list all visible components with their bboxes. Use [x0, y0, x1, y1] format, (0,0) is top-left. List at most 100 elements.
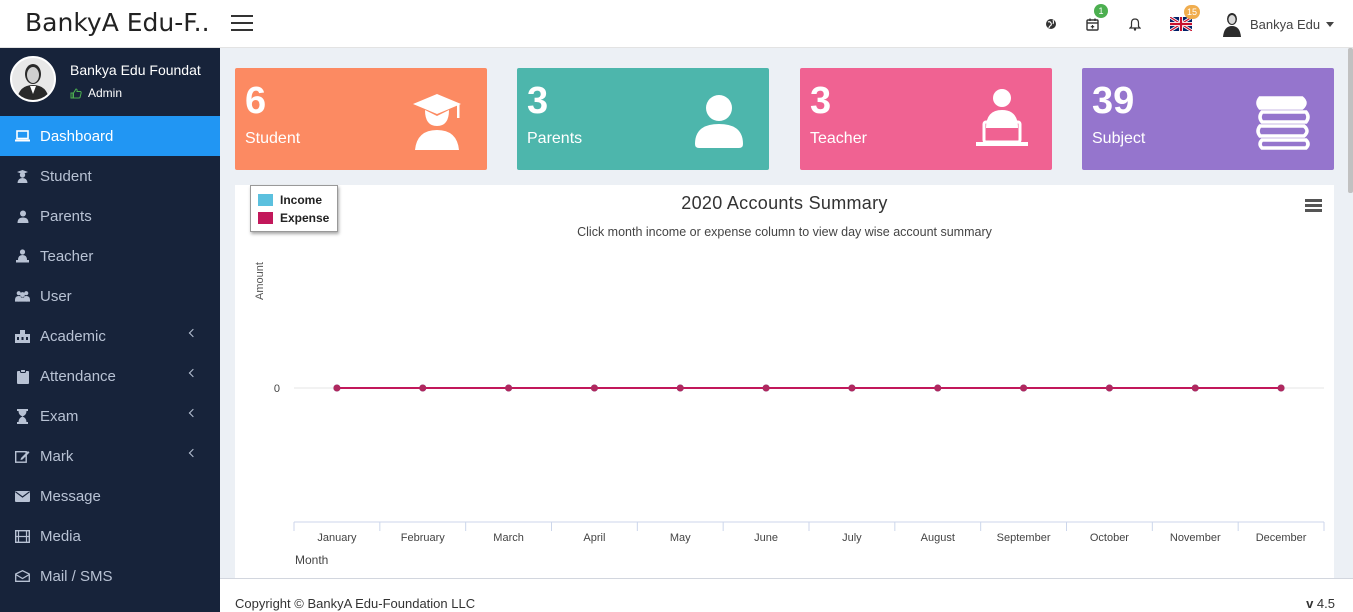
stat-box-parents[interactable]: 3 Parents: [517, 68, 769, 170]
profile-role-text: Admin: [88, 86, 123, 100]
user-menu-dropdown[interactable]: Bankya Edu: [1222, 10, 1335, 38]
chevron-left-icon: [188, 328, 198, 338]
chart-legend: Income Expense: [250, 185, 338, 232]
data-point-expense[interactable]: [1191, 384, 1199, 392]
x-axis-label: Month: [295, 553, 328, 567]
data-point-expense[interactable]: [505, 384, 513, 392]
x-tick-label: May: [670, 532, 691, 544]
chart-subtitle: Click month income or expense column to …: [577, 225, 992, 239]
graduate-icon: [413, 94, 461, 150]
data-point-expense[interactable]: [590, 384, 598, 392]
chevron-left-icon: [188, 368, 198, 378]
bell-icon[interactable]: [1125, 14, 1145, 34]
sidebar-item-exam[interactable]: Exam: [0, 396, 220, 436]
sidebar-item-parents[interactable]: Parents: [0, 196, 220, 236]
data-point-expense[interactable]: [333, 384, 341, 392]
data-point-expense[interactable]: [762, 384, 770, 392]
footer: Copyright © BankyA Edu-Foundation LLC v …: [220, 578, 1353, 612]
institution-icon: [15, 329, 30, 344]
sidebar-item-mark[interactable]: Mark: [0, 436, 220, 476]
legend-swatch: [258, 194, 273, 206]
users-icon: [15, 289, 30, 304]
chart-title: 2020 Accounts Summary: [681, 193, 888, 213]
x-tick-label: December: [1256, 532, 1307, 544]
sidebar-item-message[interactable]: Message: [0, 476, 220, 516]
sidebar-item-label: Parents: [40, 207, 92, 225]
sidebar-item-label: Mail / SMS: [40, 567, 113, 585]
mail-icon: [15, 569, 30, 584]
sidebar-item-media[interactable]: Media: [0, 516, 220, 556]
data-point-expense[interactable]: [419, 384, 427, 392]
y-tick-label: 0: [274, 383, 280, 395]
x-tick-label: October: [1090, 532, 1129, 544]
data-point-expense[interactable]: [934, 384, 942, 392]
chart-menu-icon[interactable]: [1305, 199, 1322, 213]
laptop-icon: [15, 129, 30, 144]
sidebar-item-label: Exam: [40, 407, 79, 425]
data-point-expense[interactable]: [1277, 384, 1285, 392]
copyright-text: Copyright © BankyA Edu-Foundation LLC: [235, 596, 476, 611]
x-tick-label: September: [997, 532, 1051, 544]
stat-box-subject[interactable]: 39 Subject: [1082, 68, 1334, 170]
globe-icon[interactable]: [1041, 14, 1061, 34]
sidebar-item-attendance[interactable]: Attendance: [0, 356, 220, 396]
data-point-expense[interactable]: [676, 384, 684, 392]
chart-canvas[interactable]: Amount 0 January February March April May June J…: [235, 185, 1334, 578]
sidebar-item-label: Mark: [40, 447, 74, 465]
top-navbar: BankyA Edu-F.. 1 15 Bankya Edu: [0, 0, 1353, 48]
sidebar-toggle-button[interactable]: [231, 15, 253, 31]
sidebar-item-label: Attendance: [40, 367, 116, 385]
calendar-icon[interactable]: 1: [1082, 4, 1108, 34]
x-tick-label: November: [1170, 532, 1221, 544]
sidebar-item-label: Student: [40, 167, 92, 185]
profile-name: Bankya Edu Foundat: [70, 62, 201, 78]
sidebar-profile: Bankya Edu Foundat Admin: [0, 48, 220, 116]
sidebar-item-dashboard[interactable]: Dashboard: [0, 116, 220, 156]
teacher-icon: [976, 89, 1028, 146]
calendar-badge: 1: [1094, 4, 1108, 18]
sidebar-item-teacher[interactable]: Teacher: [0, 236, 220, 276]
sidebar-item-label: Message: [40, 487, 101, 505]
sidebar-item-label: Teacher: [40, 247, 94, 265]
page-scrollbar[interactable]: [1348, 48, 1353, 193]
x-tick-label: July: [842, 532, 862, 544]
stat-label: Student: [245, 130, 301, 147]
stat-label: Teacher: [810, 130, 867, 147]
stat-number: 3: [527, 80, 549, 122]
chevron-left-icon: [188, 408, 198, 418]
legend-item-income[interactable]: Income: [258, 191, 330, 209]
user-name: Bankya Edu: [1250, 16, 1321, 32]
version-prefix: v: [1306, 596, 1314, 611]
stat-number: 6: [245, 80, 267, 122]
film-icon: [15, 529, 30, 544]
version-number: 4.5: [1316, 596, 1335, 611]
accounts-summary-chart: Amount 0 January February March April May June J…: [235, 185, 1334, 578]
avatar: [10, 56, 56, 102]
data-point-expense[interactable]: [1020, 384, 1028, 392]
clipboard-icon: [15, 368, 30, 384]
language-badge: 15: [1183, 5, 1200, 19]
data-point-expense[interactable]: [1105, 384, 1113, 392]
brand-logo-text[interactable]: BankyA Edu-F..: [0, 0, 220, 48]
stat-number: 3: [810, 80, 832, 122]
student-icon: [15, 169, 30, 184]
sidebar-item-label: User: [40, 287, 72, 305]
profile-role: Admin: [70, 86, 122, 100]
sidebar-item-academic[interactable]: Academic: [0, 316, 220, 356]
stat-box-student[interactable]: 6 Student: [235, 68, 487, 170]
chevron-left-icon: [188, 448, 198, 458]
hourglass-icon: [15, 408, 30, 424]
thumbs-up-icon: [70, 87, 82, 98]
data-point-expense[interactable]: [848, 384, 856, 392]
x-tick-label: August: [921, 532, 955, 544]
stat-box-teacher[interactable]: 3 Teacher: [800, 68, 1052, 170]
teacher-icon: [15, 249, 30, 264]
sidebar-item-mail-sms[interactable]: Mail / SMS: [0, 556, 220, 596]
chevron-down-icon: [1326, 21, 1335, 27]
language-flag-icon[interactable]: 15: [1170, 5, 1200, 34]
legend-label: Expense: [280, 211, 330, 225]
legend-item-expense[interactable]: Expense: [258, 209, 330, 227]
sidebar-item-student[interactable]: Student: [0, 156, 220, 196]
sidebar-item-user[interactable]: User: [0, 276, 220, 316]
envelope-icon: [15, 489, 30, 504]
